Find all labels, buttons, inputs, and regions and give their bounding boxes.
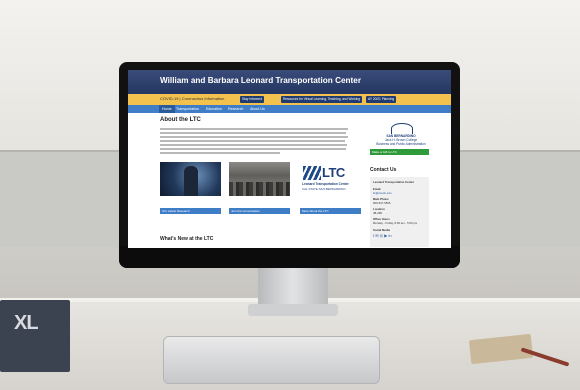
about-heading: About the LTC (160, 117, 201, 123)
alert-button-stay-informed[interactable]: Stay Informed (240, 96, 264, 103)
contact-phone: 909-537-5565 (373, 201, 391, 205)
alert-button-virtual-learning[interactable]: Resources for Virtual Learning, Teaching… (281, 96, 363, 103)
ltc-logo-mark (303, 166, 321, 180)
contact-hours: Monday - Friday, 8:00 am - 5:00 pm (373, 221, 418, 225)
book-label: XL (14, 312, 39, 334)
ltc-logo[interactable]: LTC Leonard Transportation Center CAL ST… (300, 162, 361, 196)
contact-email-link[interactable]: ltc@csusb.edu (373, 191, 391, 195)
contact-heading: Contact Us (370, 167, 397, 173)
ltc-logo-text: LTC (322, 165, 345, 180)
contact-location: JB-298 (373, 211, 382, 215)
covid-alert-text: COVID-19 | Coronavirus Information (160, 95, 225, 101)
alert-button-planning[interactable]: AY 20/21 Planning (366, 96, 397, 103)
conversation-photo[interactable] (229, 162, 290, 196)
office-scene: XL William and Barbara Leonard Transport… (0, 0, 580, 390)
contact-social-label: Social Media (373, 228, 390, 232)
ltc-logo-name: Leonard Transportation Center (302, 182, 349, 186)
site-title[interactable]: William and Barbara Leonard Transportati… (160, 76, 361, 85)
monitor-stand-foot (248, 304, 338, 316)
research-photo[interactable] (160, 162, 221, 196)
ltc-logo-university: CAL STATE SAN BERNARDINO (302, 187, 346, 191)
csusb-college-logo[interactable]: SAN BERNARDINO Jack H. Brown College Bus… (375, 122, 427, 146)
about-paragraph (160, 128, 348, 156)
nav-item-home[interactable]: Home (159, 105, 175, 113)
nav-item-transportation[interactable]: Transportation (176, 105, 199, 113)
cabinet-right (450, 150, 580, 247)
card-caption-research[interactable]: Our Latest Research (160, 208, 221, 214)
book (0, 300, 70, 372)
contact-org: Leonard Transportation Center (373, 180, 415, 184)
whats-new-heading: What's New at the LTC (160, 236, 214, 242)
laptop (163, 336, 380, 384)
gift-button[interactable]: Make a Gift to LTC (370, 149, 429, 155)
card-caption-about[interactable]: More About the LTC (300, 208, 361, 214)
card-caption-conversation[interactable]: Join the Conversation (229, 208, 290, 214)
monitor-screen: William and Barbara Leonard Transportati… (128, 70, 451, 248)
nav-item-about[interactable]: About Us (250, 105, 265, 113)
nav-item-research[interactable]: Research (228, 105, 243, 113)
csusb-emblem-icon (391, 123, 413, 134)
social-media-icons[interactable]: f ✉ ◎ ▶ in (373, 233, 392, 238)
monitor-chin (119, 246, 460, 268)
college-logo-sub: Business and Public Administration (376, 142, 426, 146)
nav-item-education[interactable]: Education (206, 105, 222, 113)
